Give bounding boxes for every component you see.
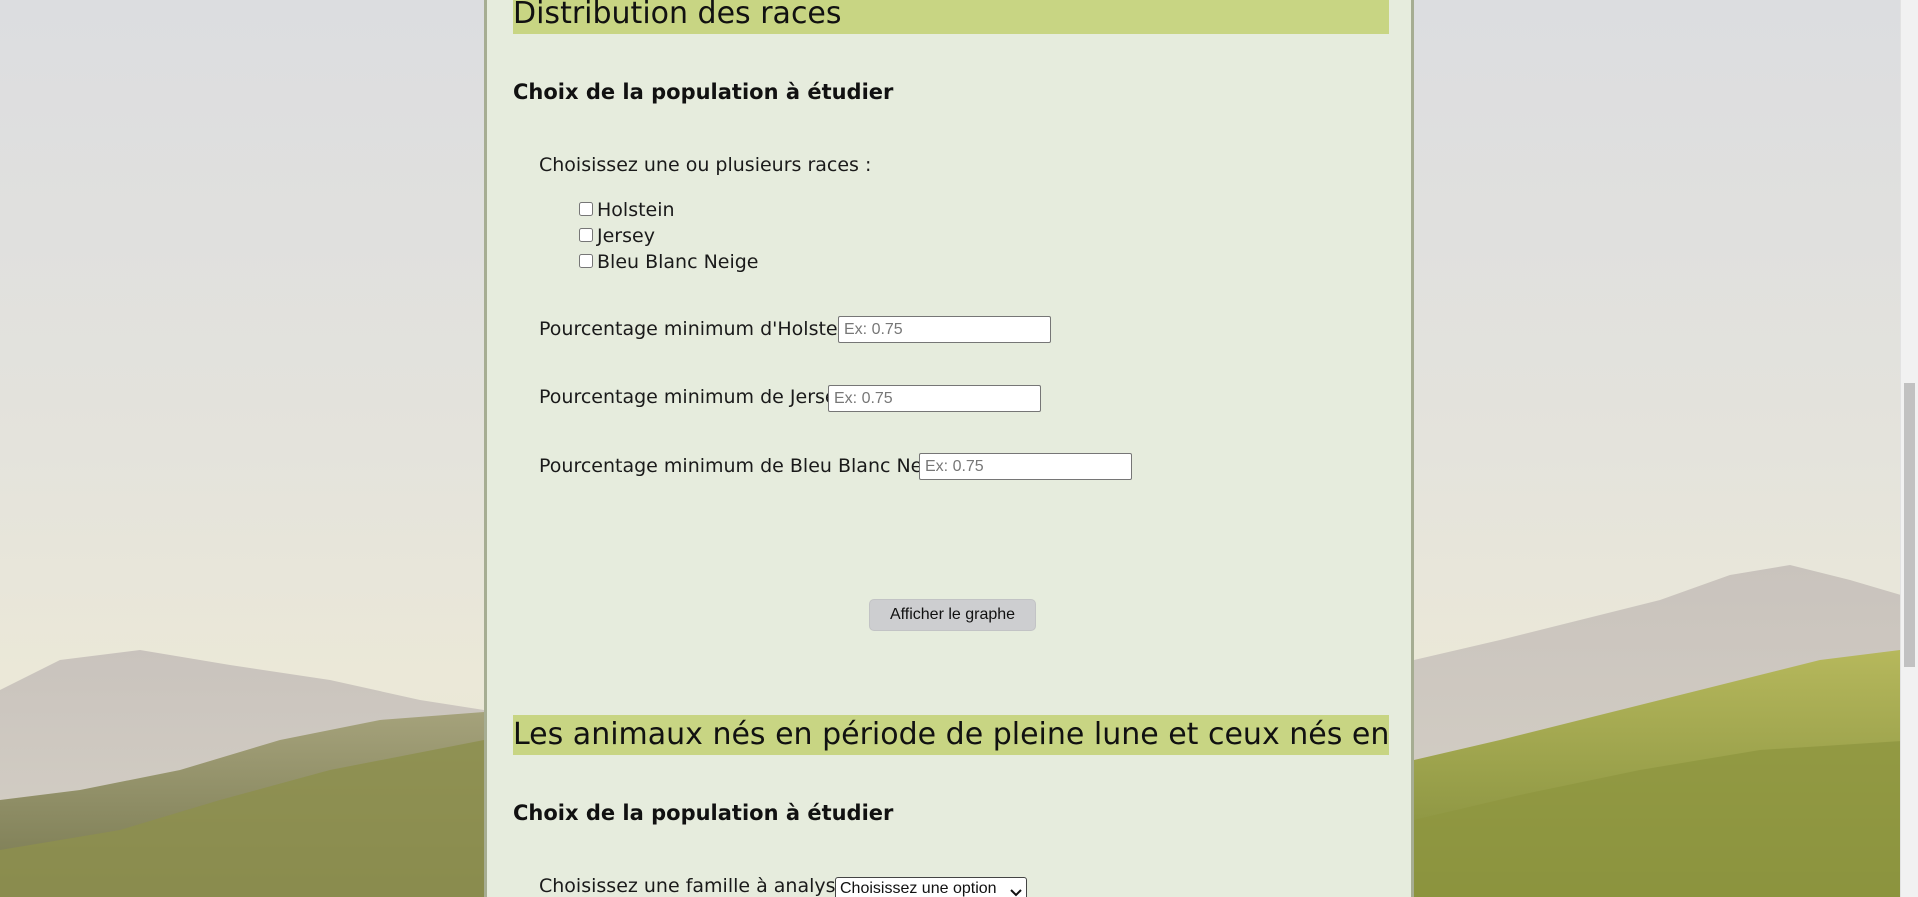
show-graph-button[interactable]: Afficher le graphe [869, 599, 1036, 631]
checkbox-bleu-blanc-neige[interactable] [579, 254, 593, 268]
races-prompt-label: Choisissez une ou plusieurs races : [539, 154, 872, 176]
section-subheading-population: Choix de la population à étudier [513, 80, 894, 104]
checkbox-label-bleu-blanc-neige: Bleu Blanc Neige [597, 251, 759, 273]
checkbox-jersey[interactable] [579, 228, 593, 242]
pct-jersey-label: Pourcentage minimum de Jersey : [539, 386, 861, 408]
checkbox-holstein[interactable] [579, 202, 593, 216]
content-panel: Distribution des races Choix de la popul… [484, 0, 1414, 897]
section-heading-distribution: Distribution des races [513, 0, 1389, 34]
checkbox-label-jersey: Jersey [597, 225, 655, 247]
pct-holstein-label: Pourcentage minimum d'Holstein : [539, 318, 868, 340]
pct-jersey-input[interactable] [828, 385, 1041, 412]
pct-holstein-input[interactable] [838, 316, 1051, 343]
pct-bleu-blanc-neige-label: Pourcentage minimum de Bleu Blanc Neige: [539, 455, 958, 477]
family-select-label: Choisissez une famille à analyser : [539, 875, 868, 897]
section-heading-full-moon: Les animaux nés en période de pleine lun… [513, 715, 1389, 755]
section-subheading-population-2: Choix de la population à étudier [513, 801, 894, 825]
scrollbar-thumb[interactable] [1904, 383, 1915, 667]
family-select-value: Choisissez une option [840, 880, 997, 897]
checkbox-label-holstein: Holstein [597, 199, 675, 221]
family-select[interactable]: Choisissez une option [835, 877, 1027, 897]
pct-bleu-blanc-neige-input[interactable] [919, 453, 1132, 480]
chevron-down-icon [1010, 883, 1022, 897]
page-scrollbar[interactable] [1900, 0, 1918, 897]
